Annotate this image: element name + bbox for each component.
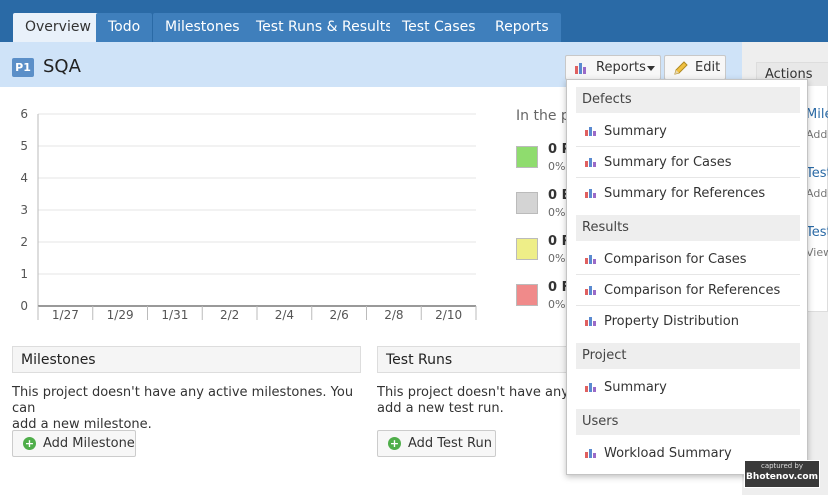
sidebar-sub-view-test-cases[interactable]: View [806, 246, 828, 259]
tab-test-runs-results[interactable]: Test Runs & Results [244, 13, 405, 42]
legend-swatch-blocked [516, 192, 538, 214]
test-runs-text-line1: This project doesn't have any a [377, 385, 566, 400]
capture-watermark: captured by Bhotenov.com [744, 460, 820, 488]
y-tick-label: 5 [20, 139, 28, 153]
sidebar-link-test-cases[interactable]: Test [806, 225, 828, 240]
sidebar-link-test-run[interactable]: Test [806, 166, 828, 181]
sidebar-sub-add-milestone[interactable]: Add [806, 128, 827, 141]
menu-item-defects-summary-references[interactable]: Summary for References [576, 179, 800, 209]
tab-reports[interactable]: Reports [483, 13, 561, 42]
watermark-line2: Bhotenov.com [746, 472, 818, 482]
edit-button[interactable]: Edit [664, 55, 726, 80]
menu-item-results-property-distribution[interactable]: Property Distribution [576, 307, 800, 337]
bar-chart-icon [585, 383, 596, 392]
sidebar-sub-add-test-run[interactable]: Add [806, 187, 827, 200]
tab-overview[interactable]: Overview [13, 13, 103, 42]
legend-pct-passed: 0% [548, 160, 566, 173]
menu-item-label: Summary [604, 380, 667, 395]
reports-button-label: Reports [596, 60, 646, 75]
y-tick-label: 6 [20, 107, 28, 121]
menu-item-defects-summary[interactable]: Summary [576, 117, 800, 147]
test-runs-empty-text: This project doesn't have any a add a ne… [377, 385, 566, 417]
milestones-empty-text: This project doesn't have any active mil… [12, 385, 362, 433]
dropdown-group-project: Project [576, 343, 800, 369]
milestones-text-line1: This project doesn't have any active mil… [12, 385, 354, 416]
bar-chart-icon [585, 127, 596, 136]
menu-item-label: Summary [604, 124, 667, 139]
x-tick-label: 2/6 [329, 308, 348, 322]
page-title: SQA [43, 56, 81, 77]
add-milestone-label: Add Milestone [43, 436, 135, 451]
bar-chart-icon [585, 158, 596, 167]
bar-chart-icon [585, 317, 596, 326]
menu-item-label: Workload Summary [604, 446, 732, 461]
add-test-run-label: Add Test Run [408, 436, 492, 451]
x-tick-label: 1/31 [161, 308, 188, 322]
bar-chart-icon [575, 63, 586, 74]
reports-button[interactable]: Reports [565, 55, 661, 80]
menu-item-label: Summary for References [604, 186, 766, 201]
x-tick-label: 1/29 [107, 308, 134, 322]
legend-swatch-failed [516, 284, 538, 306]
menu-item-project-summary[interactable]: Summary [576, 373, 800, 403]
y-tick-label: 4 [20, 171, 28, 185]
test-runs-header: Test Runs [377, 346, 567, 373]
project-badge: P1 [12, 58, 34, 77]
tab-test-cases[interactable]: Test Cases [390, 13, 488, 42]
legend-title: In the p [516, 108, 570, 124]
menu-item-results-comparison-cases[interactable]: Comparison for Cases [576, 245, 800, 275]
legend-pct-failed: 0% [548, 298, 566, 311]
x-tick-label: 2/2 [220, 308, 239, 322]
legend-swatch-passed [516, 146, 538, 168]
test-runs-text-line2: add a new test run. [377, 401, 504, 416]
add-milestone-button[interactable]: + Add Milestone [12, 430, 136, 457]
edit-button-label: Edit [695, 60, 721, 75]
bar-chart-icon [585, 286, 596, 295]
dropdown-group-defects: Defects [576, 87, 800, 113]
menu-item-defects-summary-cases[interactable]: Summary for Cases [576, 148, 800, 178]
dropdown-group-users: Users [576, 409, 800, 435]
watermark-line1: captured by [760, 462, 804, 470]
x-tick-label: 2/4 [275, 308, 294, 322]
y-tick-label: 2 [20, 235, 28, 249]
tab-todo[interactable]: Todo [96, 13, 153, 42]
pencil-icon [674, 61, 688, 75]
bar-chart-icon [585, 449, 596, 458]
menu-item-label: Comparison for References [604, 283, 781, 298]
dropdown-group-results: Results [576, 215, 800, 241]
legend-swatch-retest [516, 238, 538, 260]
milestones-header: Milestones [12, 346, 361, 373]
bar-chart-icon [585, 189, 596, 198]
menu-item-label: Summary for Cases [604, 155, 732, 170]
activity-chart: 0 1 2 3 4 5 6 1/27 1/29 1/31 2/2 2/4 2/6 2/8 2/10 [20, 107, 477, 322]
legend-pct-retest: 0% [548, 252, 566, 265]
plus-circle-icon: + [388, 437, 401, 450]
menu-item-label: Property Distribution [604, 314, 739, 329]
x-tick-label: 1/27 [52, 308, 79, 322]
sidebar-link-milestone[interactable]: Mile [806, 107, 828, 122]
caret-down-icon [647, 66, 655, 71]
menu-item-results-comparison-references[interactable]: Comparison for References [576, 276, 800, 306]
plus-circle-icon: + [23, 437, 36, 450]
y-tick-label: 0 [20, 299, 28, 313]
y-tick-label: 1 [20, 267, 28, 281]
x-tick-label: 2/8 [384, 308, 403, 322]
add-test-run-button[interactable]: + Add Test Run [377, 430, 496, 457]
y-tick-label: 3 [20, 203, 28, 217]
x-tick-label: 2/10 [435, 308, 462, 322]
bar-chart-icon [585, 255, 596, 264]
legend-pct-blocked: 0% [548, 206, 566, 219]
tab-milestones[interactable]: Milestones [153, 13, 252, 42]
menu-item-label: Comparison for Cases [604, 252, 747, 267]
